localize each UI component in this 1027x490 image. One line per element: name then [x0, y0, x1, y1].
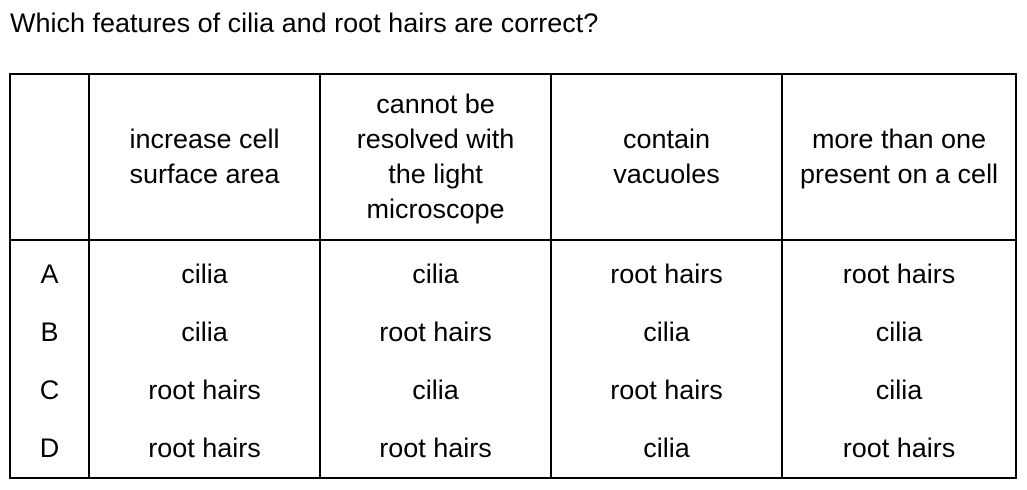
table-cell: root hairs: [88, 361, 321, 419]
table-row: D root hairs root hairs cilia root hairs: [9, 419, 1017, 479]
header-label-more-than-one: more than one present on a cell: [799, 124, 999, 189]
table-cell: cilia: [88, 303, 321, 361]
table-cell: root hairs: [88, 419, 321, 479]
question-text: Which features of cilia and root hairs a…: [10, 8, 599, 38]
table-cell: cilia: [781, 303, 1017, 361]
table-cell: root hairs: [319, 419, 552, 479]
header-cell: contain vacuoles: [550, 73, 783, 241]
table-cell: cilia: [319, 240, 552, 303]
table-row: C root hairs cilia root hairs cilia: [9, 361, 1017, 419]
table-cell: cilia: [550, 303, 783, 361]
row-letter: D: [9, 419, 90, 479]
row-letter: C: [9, 361, 90, 419]
table-cell: cilia: [319, 361, 552, 419]
header-label-surface-area: increase cell surface area: [129, 124, 280, 189]
table-row: B cilia root hairs cilia cilia: [9, 303, 1017, 361]
header-cell-empty: [9, 73, 90, 241]
table-cell: root hairs: [781, 240, 1017, 303]
table-cell: cilia: [550, 419, 783, 479]
header-cell: cannot be resolved with the light micros…: [319, 73, 552, 241]
table-row: A cilia cilia root hairs root hairs: [9, 240, 1017, 303]
header-label-resolution: cannot be resolved with the light micros…: [356, 89, 515, 224]
header-label-vacuoles: contain vacuoles: [613, 124, 720, 189]
table-cell: root hairs: [550, 361, 783, 419]
table-header-row: increase cell surface area cannot be res…: [9, 73, 1017, 241]
row-letter: A: [9, 240, 90, 303]
header-cell: more than one present on a cell: [781, 73, 1017, 241]
table-cell: root hairs: [781, 419, 1017, 479]
header-cell: increase cell surface area: [88, 73, 321, 241]
table-cell: root hairs: [550, 240, 783, 303]
table-cell: cilia: [781, 361, 1017, 419]
table-cell: cilia: [88, 240, 321, 303]
answer-table: increase cell surface area cannot be res…: [9, 73, 1017, 479]
row-letter: B: [9, 303, 90, 361]
table-cell: root hairs: [319, 303, 552, 361]
